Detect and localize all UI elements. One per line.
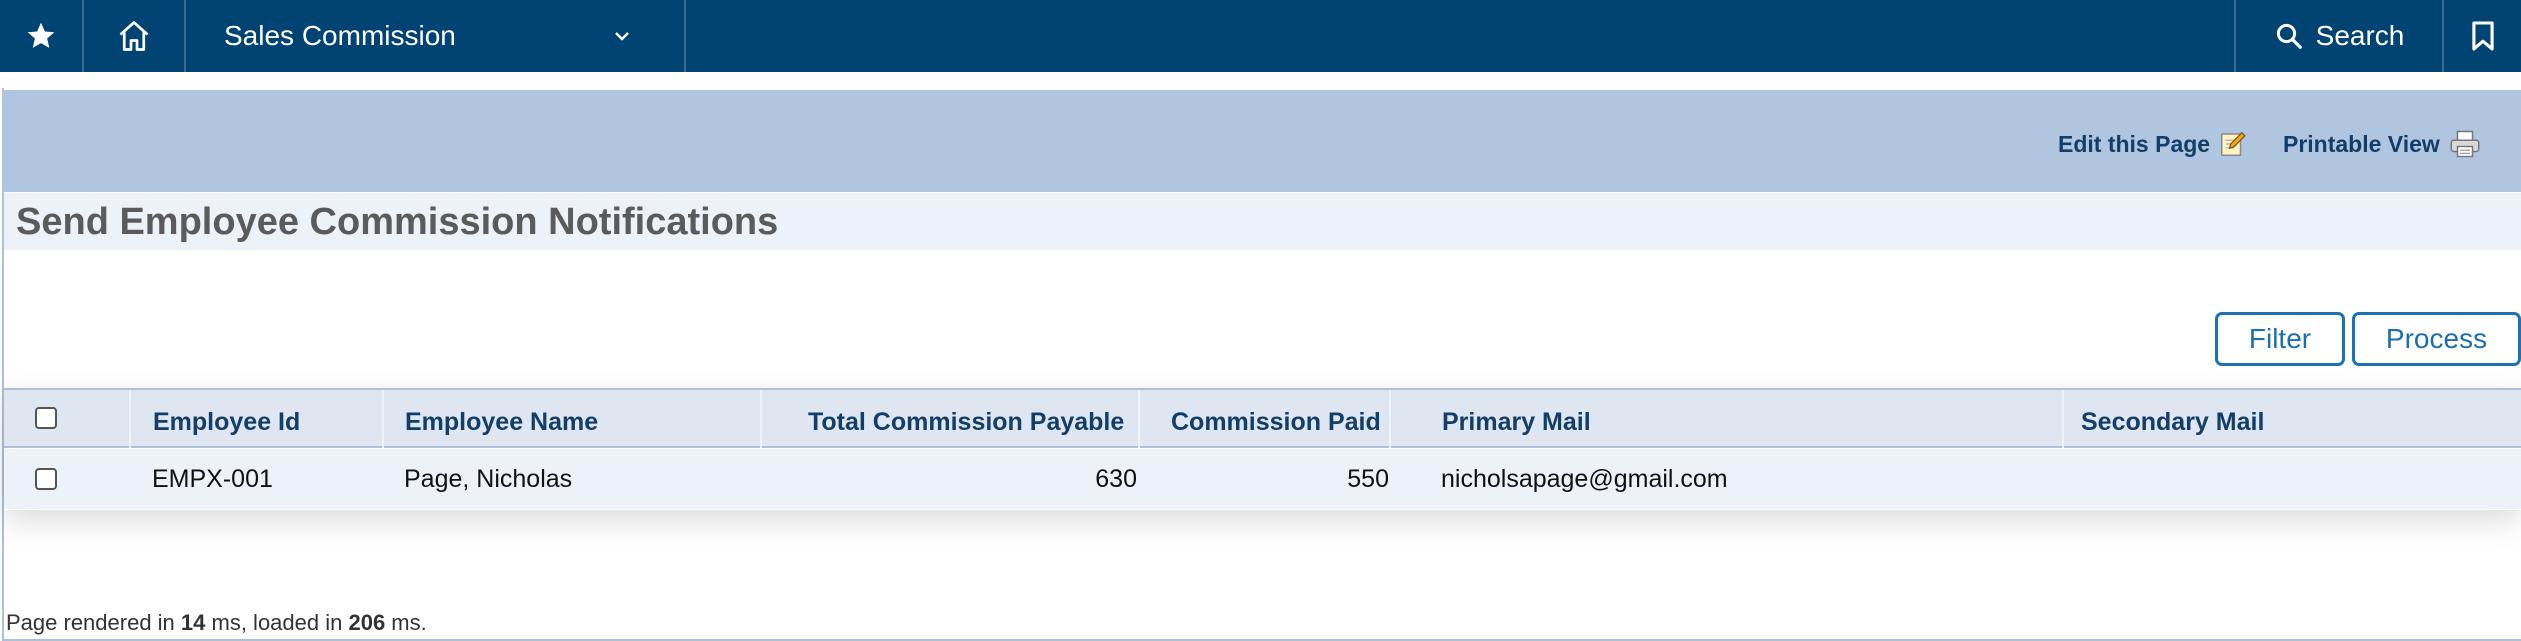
cell-commission-paid: 550 bbox=[1347, 465, 1389, 493]
process-button[interactable]: Process bbox=[2352, 312, 2521, 366]
page-title: Send Employee Commission Notifications bbox=[16, 201, 779, 243]
column-header-employee-id[interactable]: Employee Id bbox=[153, 408, 300, 437]
search-button[interactable]: Search bbox=[2236, 0, 2442, 72]
cell-employee-id: EMPX-001 bbox=[152, 465, 273, 493]
bookmark-icon bbox=[2471, 21, 2494, 51]
cell-primary-mail: nicholsapage@gmail.com bbox=[1441, 465, 1728, 493]
printable-view-label: Printable View bbox=[2283, 130, 2440, 157]
column-divider bbox=[2062, 390, 2064, 448]
select-all-checkbox[interactable] bbox=[35, 407, 57, 429]
cell-employee-name: Page, Nicholas bbox=[404, 465, 573, 493]
load-time: 206 bbox=[348, 610, 386, 635]
column-header-total-commission-payable[interactable]: Total Commission Payable bbox=[808, 408, 1124, 437]
render-time: 14 bbox=[180, 610, 206, 635]
title-band: Send Employee Commission Notifications bbox=[4, 193, 2521, 250]
chevron-down-icon bbox=[615, 32, 629, 41]
table-row[interactable]: EMPX-001 Page, Nicholas 630 550 nicholsa… bbox=[4, 449, 2521, 509]
column-header-secondary-mail[interactable]: Secondary Mail bbox=[2081, 408, 2264, 437]
column-divider bbox=[129, 390, 131, 448]
search-icon bbox=[2276, 23, 2302, 49]
printable-view-link[interactable]: Printable View bbox=[2283, 129, 2482, 159]
edit-page-link[interactable]: Edit this Page bbox=[2058, 129, 2248, 159]
footer-prefix: Page rendered in bbox=[6, 610, 181, 635]
module-label: Sales Commission bbox=[224, 20, 456, 51]
module-dropdown[interactable]: Sales Commission bbox=[186, 0, 684, 72]
column-divider bbox=[1138, 390, 1140, 448]
table-header: Employee Id Employee Name Total Commissi… bbox=[4, 388, 2521, 448]
nav-divider bbox=[684, 0, 686, 72]
column-header-commission-paid[interactable]: Commission Paid bbox=[1171, 408, 1381, 437]
top-nav-bar: Sales Commission Search bbox=[0, 0, 2521, 72]
column-header-primary-mail[interactable]: Primary Mail bbox=[1442, 408, 1591, 437]
home-button[interactable] bbox=[84, 0, 184, 72]
page-toolbar: Edit this Page Printable View bbox=[2, 90, 2521, 192]
filter-button[interactable]: Filter bbox=[2215, 312, 2345, 366]
printer-icon bbox=[2450, 130, 2480, 158]
footer-suffix: ms. bbox=[385, 610, 427, 635]
column-divider bbox=[760, 390, 762, 448]
column-divider bbox=[382, 390, 384, 448]
cell-total-commission-payable: 630 bbox=[1095, 465, 1137, 493]
home-icon bbox=[119, 21, 149, 51]
search-label: Search bbox=[2315, 20, 2405, 51]
bookmark-button[interactable] bbox=[2444, 0, 2521, 72]
column-header-employee-name[interactable]: Employee Name bbox=[405, 408, 598, 437]
star-icon bbox=[27, 22, 55, 48]
row-checkbox[interactable] bbox=[35, 468, 57, 490]
edit-icon bbox=[2221, 131, 2246, 156]
footer-middle: ms, loaded in bbox=[205, 610, 349, 635]
edit-page-label: Edit this Page bbox=[2058, 130, 2211, 157]
column-divider bbox=[1389, 390, 1391, 448]
page-timing-footer: Page rendered in 14 ms, loaded in 206 ms… bbox=[6, 610, 427, 636]
favorites-button[interactable] bbox=[0, 0, 82, 72]
